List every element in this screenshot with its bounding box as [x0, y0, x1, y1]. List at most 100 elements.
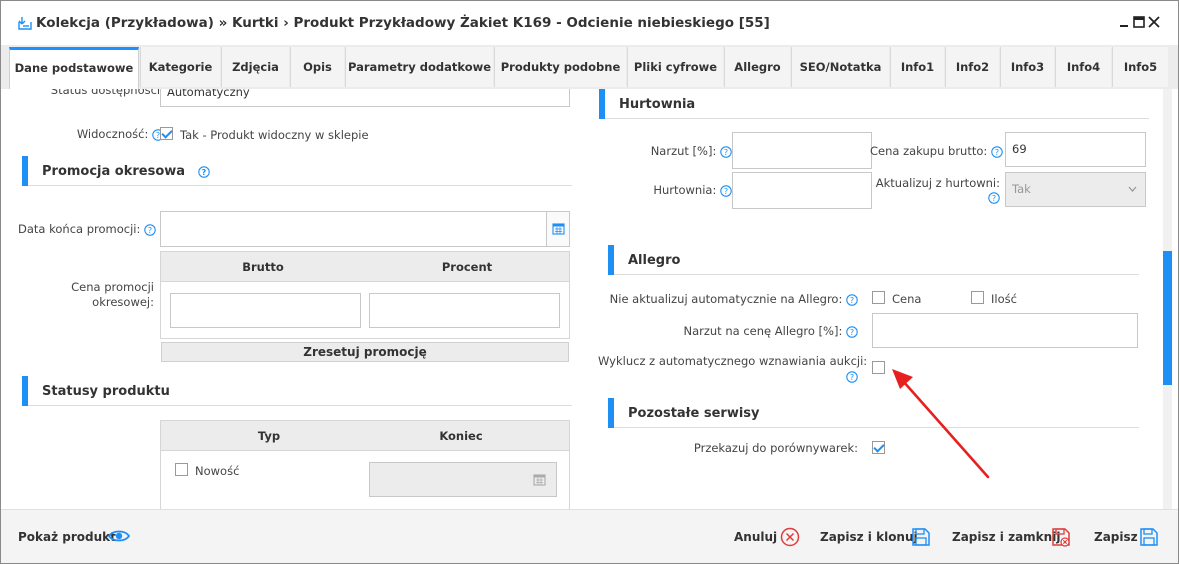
- save-clone-button[interactable]: Zapisz i klonuj: [820, 530, 918, 544]
- statuses-section-header: Statusy produktu: [22, 376, 572, 406]
- promo-price-label: Cena promocji okresowej:: [71, 280, 154, 309]
- visibility-label-text: Widoczność:: [76, 127, 149, 141]
- chevron-down-icon: [1128, 186, 1137, 192]
- svg-text:?: ?: [201, 168, 206, 177]
- purchase-price-input[interactable]: 69: [1005, 132, 1146, 167]
- svg-text:?: ?: [724, 148, 728, 157]
- visibility-checkbox[interactable]: [160, 127, 173, 140]
- tab-pliki-cyfrowe[interactable]: Pliki cyfrowe: [627, 47, 723, 87]
- promo-title-text: Promocja okresowa: [42, 164, 186, 179]
- save-close-button[interactable]: Zapisz i zamknij: [952, 530, 1060, 544]
- promo-price-grid: Brutto Procent: [160, 251, 570, 339]
- tab-kategorie[interactable]: Kategorie: [140, 47, 220, 87]
- section-accent-bar: [608, 398, 614, 428]
- save-close-label: Zapisz i zamknij: [952, 530, 1061, 544]
- wholesaler-label: Hurtownia: ?: [612, 183, 732, 197]
- help-icon[interactable]: ?: [846, 293, 858, 306]
- tab-seo-notatka[interactable]: SEO/Notatka: [791, 47, 889, 87]
- tab-info4[interactable]: Info4: [1055, 47, 1111, 87]
- tab-info2[interactable]: Info2: [945, 47, 999, 87]
- promo-brutto-input[interactable]: [170, 293, 361, 328]
- svg-text:?: ?: [850, 296, 854, 305]
- allegro-qty-checkbox[interactable]: [971, 291, 984, 304]
- help-icon[interactable]: ?: [991, 145, 1003, 158]
- promo-end-label: Data końca promocji: ?: [18, 222, 156, 236]
- section-accent-bar: [608, 245, 614, 275]
- calendar-button[interactable]: [546, 212, 569, 246]
- tab-zdjecia[interactable]: Zdjęcia: [221, 47, 289, 87]
- wholesale-section-title: Hurtownia: [619, 97, 696, 112]
- svg-text:?: ?: [850, 328, 854, 337]
- close-icon[interactable]: [1147, 15, 1161, 29]
- minimize-icon[interactable]: [1118, 15, 1132, 29]
- section-accent-bar: [22, 376, 28, 406]
- statuses-section-title: Statusy produktu: [42, 384, 170, 399]
- status-value: Automatyczny: [167, 89, 250, 99]
- calendar-icon: [552, 223, 565, 235]
- help-icon[interactable]: ?: [988, 191, 1000, 204]
- wholesale-markup-label: Narzut [%]: ?: [612, 144, 732, 158]
- svg-text:?: ?: [850, 373, 854, 382]
- calendar-icon[interactable]: [533, 473, 546, 486]
- help-icon[interactable]: ?: [720, 145, 732, 158]
- allegro-section-header: Allegro: [608, 245, 1139, 275]
- tab-bar: Dane podstawowe Kategorie Zdjęcia Opis P…: [1, 45, 1178, 89]
- update-from-wholesale-select[interactable]: Tak: [1005, 172, 1146, 207]
- tab-info5[interactable]: Info5: [1112, 47, 1168, 87]
- col-procent: Procent: [441, 260, 493, 274]
- purchase-price-label-text: Cena zakupu brutto:: [870, 144, 988, 158]
- visibility-label: Widoczność: ?: [48, 127, 164, 141]
- cancel-x-icon[interactable]: [780, 527, 800, 547]
- statuses-grid: Typ Koniec Nowość: [160, 420, 570, 509]
- show-product-label: Pokaż produkt: [18, 530, 116, 544]
- tab-produkty-podobne[interactable]: Produkty podobne: [494, 47, 626, 87]
- section-accent-bar: [22, 156, 28, 186]
- cancel-label: Anuluj: [734, 530, 778, 544]
- wholesale-section-header: Hurtownia: [599, 89, 1149, 119]
- status-new-checkbox[interactable]: [175, 463, 188, 476]
- purchase-price-label: Cena zakupu brutto: ?: [870, 144, 1003, 158]
- tab-dane-podstawowe[interactable]: Dane podstawowe: [9, 47, 139, 89]
- eye-icon[interactable]: [108, 528, 130, 544]
- save-button[interactable]: Zapisz: [1094, 530, 1138, 544]
- maximize-icon[interactable]: [1132, 15, 1146, 29]
- tab-parametry-dodatkowe[interactable]: Parametry dodatkowe: [345, 47, 493, 87]
- cancel-button[interactable]: Anuluj: [734, 530, 777, 544]
- help-icon[interactable]: ?: [197, 165, 210, 178]
- allegro-markup-input[interactable]: [872, 313, 1138, 348]
- tab-info3[interactable]: Info3: [1000, 47, 1054, 87]
- floppy-save-icon[interactable]: [1139, 527, 1159, 547]
- floppy-clone-icon[interactable]: [911, 527, 931, 547]
- allegro-exclude-label-text: Wyklucz z automatycznego wznawiania aukc…: [598, 354, 868, 368]
- scrollbar-thumb[interactable]: [1163, 251, 1172, 385]
- wholesale-markup-input[interactable]: [732, 132, 872, 169]
- statuses-grid-header: Typ Koniec: [161, 421, 569, 451]
- allegro-qty-label: Ilość: [991, 292, 1017, 306]
- tab-info1[interactable]: Info1: [890, 47, 944, 87]
- status-new-label: Nowość: [195, 464, 240, 478]
- wholesale-markup-label-text: Narzut [%]:: [650, 144, 717, 158]
- tab-allegro[interactable]: Allegro: [724, 47, 790, 87]
- tab-opis[interactable]: Opis: [290, 47, 344, 87]
- allegro-markup-label: Narzut na cenę Allegro [%]: ?: [648, 324, 858, 338]
- status-new-end-input[interactable]: [369, 462, 557, 497]
- promo-procent-input[interactable]: [369, 293, 560, 328]
- allegro-price-label: Cena: [892, 292, 922, 306]
- show-product-button[interactable]: Pokaż produkt: [18, 530, 116, 544]
- help-icon[interactable]: ?: [144, 223, 156, 236]
- help-icon[interactable]: ?: [720, 184, 732, 197]
- status-label: Status dostępności:: [34, 89, 164, 97]
- wholesaler-input[interactable]: [732, 172, 872, 209]
- help-icon[interactable]: ?: [846, 325, 858, 338]
- product-edit-window: Kolekcja (Przykładowa) » Kurtki › Produk…: [0, 0, 1179, 564]
- status-select[interactable]: Automatyczny: [160, 89, 570, 107]
- help-icon[interactable]: ?: [846, 370, 858, 383]
- reset-promo-button[interactable]: Zresetuj promocję: [161, 342, 569, 362]
- footer-bar: Pokaż produkt Anuluj Zapisz i klonuj Zap…: [1, 509, 1178, 563]
- floppy-close-icon[interactable]: [1051, 527, 1071, 547]
- promo-end-date-input[interactable]: [160, 211, 570, 247]
- allegro-markup-label-text: Narzut na cenę Allegro [%]:: [683, 324, 843, 338]
- window-title: Kolekcja (Przykładowa) » Kurtki › Produk…: [36, 15, 770, 31]
- allegro-price-checkbox[interactable]: [872, 291, 885, 304]
- compare-label: Przekazuj do porównywarek:: [693, 441, 858, 455]
